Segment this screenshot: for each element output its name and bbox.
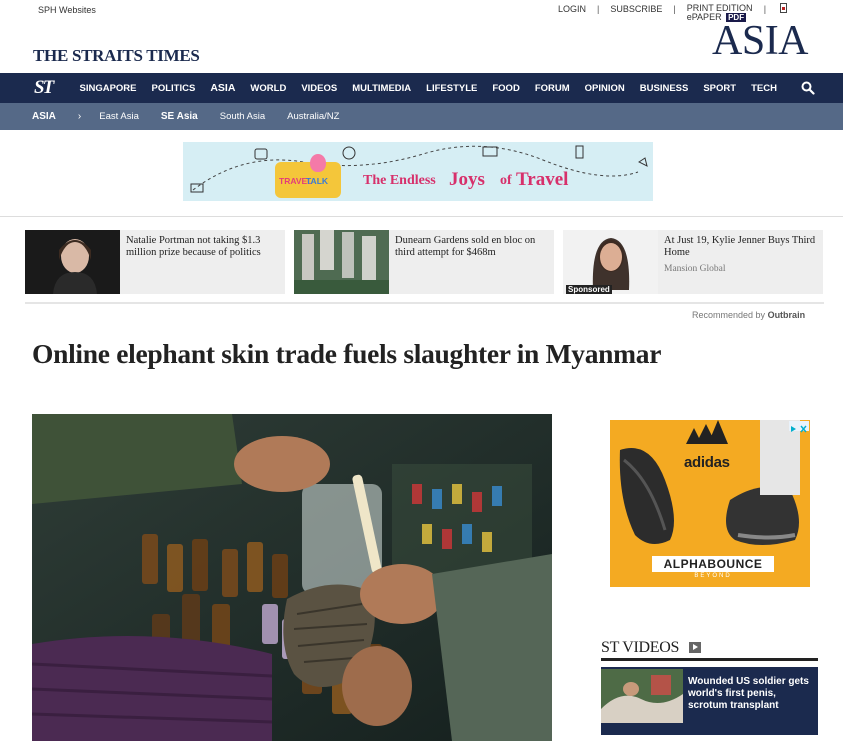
recommended-by-label: Recommended by: [692, 310, 766, 320]
st-videos-header: ST VIDEOS: [601, 637, 818, 661]
beyond-label: BEYOND: [694, 573, 732, 579]
travel-banner-ad[interactable]: TRAVEL TALK The Endless Joys of Travel: [183, 142, 653, 201]
nav-item-tech[interactable]: TECH: [751, 83, 777, 94]
sponsored-badge: Sponsored: [566, 285, 612, 294]
separator: |: [597, 4, 600, 14]
adidas-brand: adidas: [684, 454, 730, 471]
nav-item-forum[interactable]: FORUM: [535, 83, 570, 94]
site-logo[interactable]: THE STRAITS TIMES: [33, 46, 200, 66]
recommended-by[interactable]: Recommended by Outbrain: [692, 310, 805, 320]
document-icon[interactable]: [780, 3, 788, 13]
outbrain-logo: Outbrain: [767, 310, 806, 320]
recommendation-thumbnail: [25, 230, 120, 294]
recommendation-source: Mansion Global: [664, 264, 726, 274]
subnav-item-south-asia[interactable]: South Asia: [220, 111, 265, 122]
video-thumbnail: [601, 669, 683, 723]
chevron-right-icon: ›: [77, 111, 82, 122]
recommendation-thumbnail: [294, 230, 389, 294]
adchoices-icon[interactable]: [789, 421, 809, 433]
separator: |: [763, 4, 767, 14]
article-headline: Online elephant skin trade fuels slaught…: [32, 338, 662, 369]
st-video-card[interactable]: Wounded US soldier gets world's first pe…: [601, 667, 818, 735]
nav-item-multimedia[interactable]: MULTIMEDIA: [352, 83, 411, 94]
subnav-item-east-asia[interactable]: East Asia: [99, 111, 139, 122]
play-icon[interactable]: [689, 642, 701, 653]
st-logo[interactable]: ST: [34, 77, 64, 99]
recommendation-card[interactable]: Dunearn Gardens sold en bloc on third at…: [294, 230, 554, 294]
nav-item-sport[interactable]: SPORT: [703, 83, 736, 94]
alphabounce-label: ALPHABOUNCE: [652, 556, 774, 572]
sph-websites-link[interactable]: SPH Websites: [38, 5, 96, 15]
nav-item-singapore[interactable]: SINGAPORE: [80, 83, 137, 94]
sub-nav: ASIA › East Asia SE Asia South Asia Aust…: [0, 103, 843, 130]
nav-item-videos[interactable]: VIDEOS: [301, 83, 337, 94]
recommendation-title: Natalie Portman not taking $1.3 million …: [126, 235, 261, 258]
nav-item-politics[interactable]: POLITICS: [152, 83, 196, 94]
section-title: ASIA: [712, 18, 809, 64]
separator: |: [673, 4, 676, 14]
travel-talk-logo: TRAVEL TALK: [275, 162, 341, 198]
banner-decoration: [190, 145, 648, 193]
banner-text-1: The Endless: [363, 173, 436, 188]
subnav-item-se-asia[interactable]: SE Asia: [161, 111, 198, 122]
article-hero-image: [32, 414, 552, 741]
search-icon[interactable]: [801, 81, 815, 95]
nav-item-opinion[interactable]: OPINION: [585, 83, 625, 94]
nav-item-asia[interactable]: ASIA: [210, 82, 235, 94]
travel-talk-logo-right: TALK: [306, 176, 329, 186]
banner-text-4: Travel: [516, 169, 569, 190]
nav-item-world[interactable]: WORLD: [250, 83, 286, 94]
login-link[interactable]: LOGIN: [558, 4, 586, 14]
banner-text-2: Joys: [449, 169, 485, 190]
st-video-title: Wounded US soldier gets world's first pe…: [688, 676, 809, 711]
nav-item-lifestyle[interactable]: LIFESTYLE: [426, 83, 477, 94]
subscribe-link[interactable]: SUBSCRIBE: [610, 4, 662, 14]
recommendation-card[interactable]: Sponsored At Just 19, Kylie Jenner Buys …: [563, 230, 823, 294]
divider: [0, 216, 843, 217]
banner-text-3: of: [500, 173, 512, 188]
recommendation-card[interactable]: Natalie Portman not taking $1.3 million …: [25, 230, 285, 294]
st-videos-title[interactable]: ST VIDEOS: [601, 639, 679, 657]
recommendation-thumbnail: Sponsored: [563, 230, 658, 294]
adidas-ad[interactable]: adidas ALPHABOUNCE BEYOND: [610, 420, 810, 587]
divider: [25, 302, 824, 304]
nav-item-food[interactable]: FOOD: [492, 83, 519, 94]
main-nav: ST SINGAPORE POLITICS ASIA WORLD VIDEOS …: [0, 73, 843, 103]
balloon-icon: [310, 154, 326, 172]
subnav-current-asia[interactable]: ASIA: [32, 111, 56, 122]
nav-item-business[interactable]: BUSINESS: [640, 83, 689, 94]
recommendation-title: At Just 19, Kylie Jenner Buys Third Home: [664, 235, 816, 258]
recommendation-title: Dunearn Gardens sold en bloc on third at…: [395, 235, 536, 258]
subnav-item-australia-nz[interactable]: Australia/NZ: [287, 111, 339, 122]
